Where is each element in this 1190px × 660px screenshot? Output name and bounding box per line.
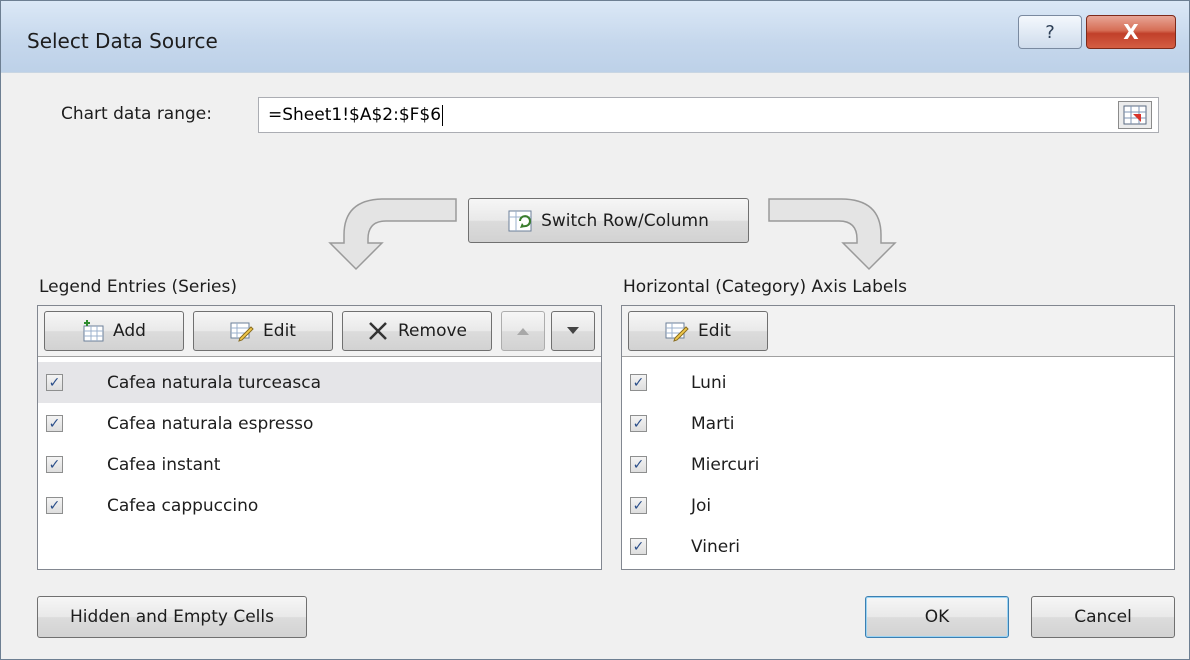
series-list-item[interactable]: ✓ Cafea naturala espresso <box>38 403 601 444</box>
edit-axis-labels-label: Edit <box>698 321 731 341</box>
axis-labels-header: Horizontal (Category) Axis Labels <box>623 277 907 297</box>
checkbox-icon[interactable]: ✓ <box>630 415 647 432</box>
select-data-source-dialog: Select Data Source ? X Chart data range:… <box>0 0 1190 660</box>
ok-label: OK <box>924 607 950 627</box>
axis-label: Marti <box>691 413 735 434</box>
right-curved-arrow <box>768 198 897 271</box>
left-curved-arrow <box>328 198 457 271</box>
help-icon: ? <box>1045 21 1055 43</box>
add-series-label: Add <box>113 321 146 341</box>
checkbox-icon[interactable]: ✓ <box>46 374 63 391</box>
edit-icon <box>665 320 689 342</box>
checkbox-icon[interactable]: ✓ <box>630 538 647 555</box>
axis-labels-panel: Edit ✓ Luni ✓ Marti ✓ Miercuri ✓ Joi ✓ V… <box>621 305 1175 570</box>
switch-row-column-button[interactable]: Switch Row/Column <box>468 198 749 243</box>
axis-toolbar: Edit <box>622 306 1174 357</box>
axis-label: Luni <box>691 372 727 393</box>
add-icon <box>82 320 104 342</box>
cancel-button[interactable]: Cancel <box>1031 596 1175 638</box>
checkbox-icon[interactable]: ✓ <box>46 456 63 473</box>
axis-label: Vineri <box>691 536 740 557</box>
checkbox-icon[interactable]: ✓ <box>630 497 647 514</box>
move-up-button[interactable] <box>501 311 545 351</box>
title-bar: Select Data Source ? X <box>1 1 1189 73</box>
checkbox-icon[interactable]: ✓ <box>46 497 63 514</box>
help-button[interactable]: ? <box>1018 15 1082 49</box>
switch-row-column-label: Switch Row/Column <box>541 210 709 231</box>
close-icon: X <box>1123 20 1139 44</box>
text-caret <box>442 104 444 126</box>
edit-series-button[interactable]: Edit <box>193 311 333 351</box>
axis-list-item[interactable]: ✓ Vineri <box>622 526 1174 567</box>
legend-toolbar: Add Edit Remove <box>38 306 601 357</box>
move-down-button[interactable] <box>551 311 595 351</box>
remove-series-label: Remove <box>398 321 467 341</box>
legend-entries-header: Legend Entries (Series) <box>39 277 238 297</box>
axis-list-item[interactable]: ✓ Joi <box>622 485 1174 526</box>
series-label: Cafea naturala turceasca <box>107 372 322 393</box>
checkbox-icon[interactable]: ✓ <box>630 456 647 473</box>
hidden-empty-cells-button[interactable]: Hidden and Empty Cells <box>37 596 307 638</box>
axis-list-item[interactable]: ✓ Miercuri <box>622 444 1174 485</box>
checkbox-icon[interactable]: ✓ <box>46 415 63 432</box>
remove-series-button[interactable]: Remove <box>342 311 492 351</box>
series-list-item[interactable]: ✓ Cafea cappuccino <box>38 485 601 526</box>
cancel-label: Cancel <box>1074 607 1132 627</box>
remove-icon <box>367 320 389 342</box>
up-arrow-icon <box>517 328 529 335</box>
legend-entries-panel: Add Edit Remove ✓ Cafea naturala turceas… <box>37 305 602 570</box>
range-collapse-icon <box>1123 105 1147 125</box>
axis-label: Joi <box>691 495 712 516</box>
add-series-button[interactable]: Add <box>44 311 184 351</box>
chart-data-range-input[interactable]: =Sheet1!$A$2:$F$6 <box>258 97 1159 133</box>
axis-label: Miercuri <box>691 454 760 475</box>
range-collapse-button[interactable] <box>1118 101 1152 129</box>
series-label: Cafea cappuccino <box>107 495 259 516</box>
switch-icon <box>508 210 532 232</box>
down-arrow-icon <box>567 327 579 334</box>
close-button[interactable]: X <box>1086 15 1176 49</box>
edit-axis-labels-button[interactable]: Edit <box>628 311 768 351</box>
series-label: Cafea instant <box>107 454 221 475</box>
edit-series-label: Edit <box>263 321 296 341</box>
axis-list-item[interactable]: ✓ Luni <box>622 362 1174 403</box>
axis-list-item[interactable]: ✓ Marti <box>622 403 1174 444</box>
chart-data-range-value: =Sheet1!$A$2:$F$6 <box>268 105 442 125</box>
series-label: Cafea naturala espresso <box>107 413 314 434</box>
edit-icon <box>230 320 254 342</box>
window-title: Select Data Source <box>27 29 218 53</box>
chart-data-range-label: Chart data range: <box>61 104 212 124</box>
series-list-item[interactable]: ✓ Cafea naturala turceasca <box>38 362 601 403</box>
hidden-empty-cells-label: Hidden and Empty Cells <box>70 607 274 627</box>
series-list-item[interactable]: ✓ Cafea instant <box>38 444 601 485</box>
checkbox-icon[interactable]: ✓ <box>630 374 647 391</box>
ok-button[interactable]: OK <box>865 596 1009 638</box>
